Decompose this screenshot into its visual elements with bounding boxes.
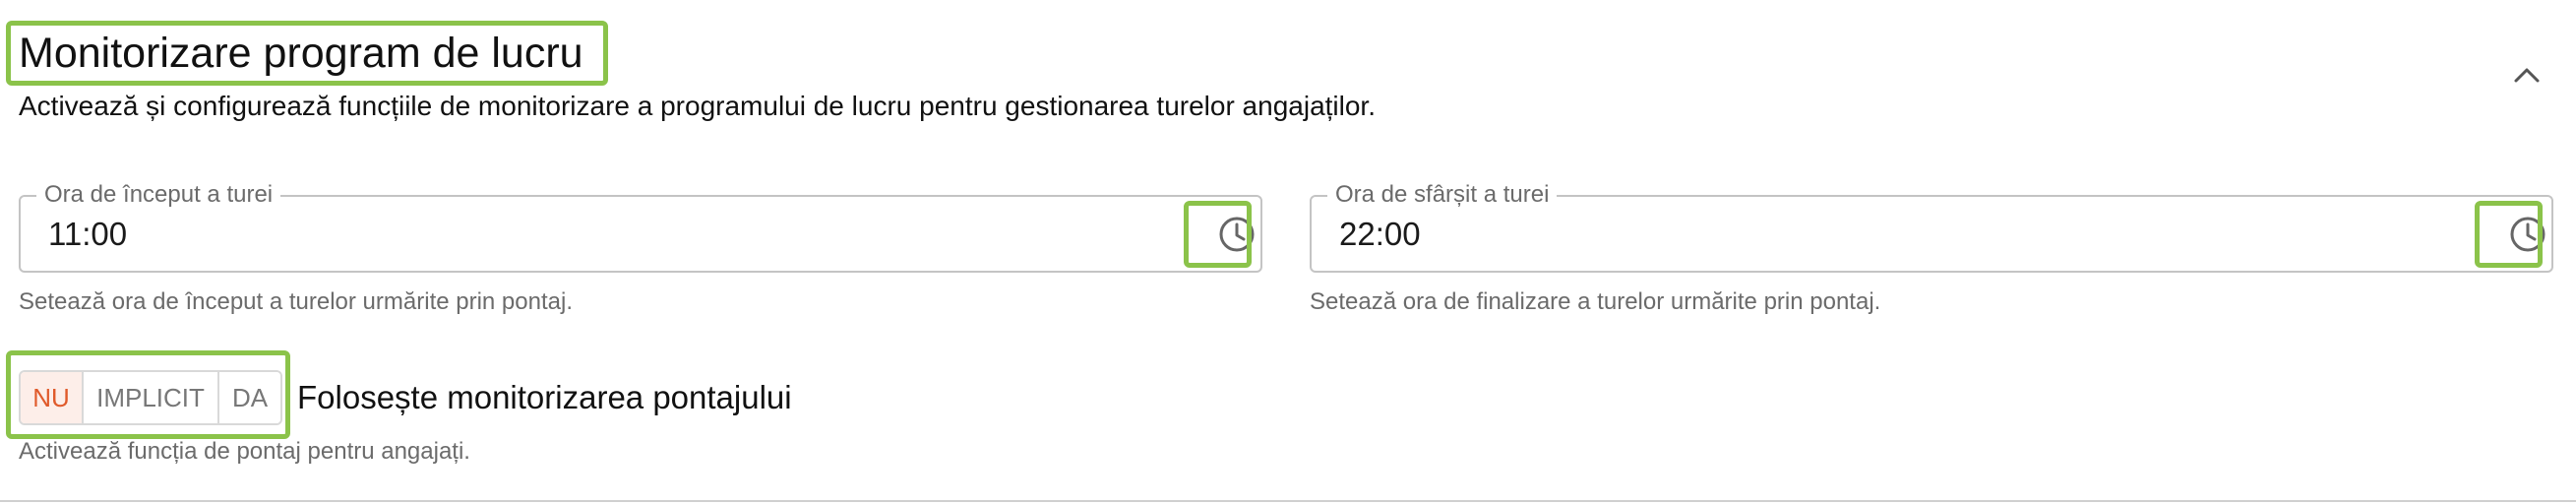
timesheet-toggle-label: Folosește monitorizarea pontajului (297, 379, 792, 415)
shift-start-input[interactable] (48, 215, 639, 254)
timesheet-toggle-helper: Activează funcția de pontaj pentru angaj… (19, 438, 470, 465)
section-description: Activează și configurează funcțiile de m… (19, 91, 1376, 121)
shift-start-helper: Setează ora de început a turelor urmărit… (19, 288, 573, 315)
toggle-option-nu[interactable]: NU (21, 372, 84, 423)
shift-start-field[interactable]: Ora de început a turei (19, 180, 1264, 273)
shift-end-input[interactable] (1339, 215, 1930, 254)
shift-end-label: Ora de sfârșit a turei (1327, 180, 1558, 210)
chevron-up-icon (2514, 68, 2540, 83)
shift-end-helper: Setează ora de finalizare a turelor urmă… (1310, 288, 1881, 315)
collapse-button[interactable] (2507, 55, 2546, 94)
section-title: Monitorizare program de lucru (19, 30, 583, 77)
clock-icon (2510, 217, 2545, 252)
clock-icon (1219, 217, 1255, 252)
toggle-option-da[interactable]: DA (219, 372, 280, 423)
toggle-option-implicit[interactable]: IMPLICIT (84, 372, 219, 423)
shift-start-label: Ora de început a turei (36, 180, 281, 210)
settings-panel: Monitorizare program de lucru Activează … (0, 0, 2576, 504)
shift-end-field[interactable]: Ora de sfârșit a turei (1310, 180, 2555, 273)
section-divider (0, 500, 2576, 502)
shift-start-clock-button[interactable] (1209, 209, 1264, 260)
shift-end-clock-button[interactable] (2500, 209, 2555, 260)
timesheet-mode-toggle[interactable]: NU IMPLICIT DA (19, 370, 282, 425)
